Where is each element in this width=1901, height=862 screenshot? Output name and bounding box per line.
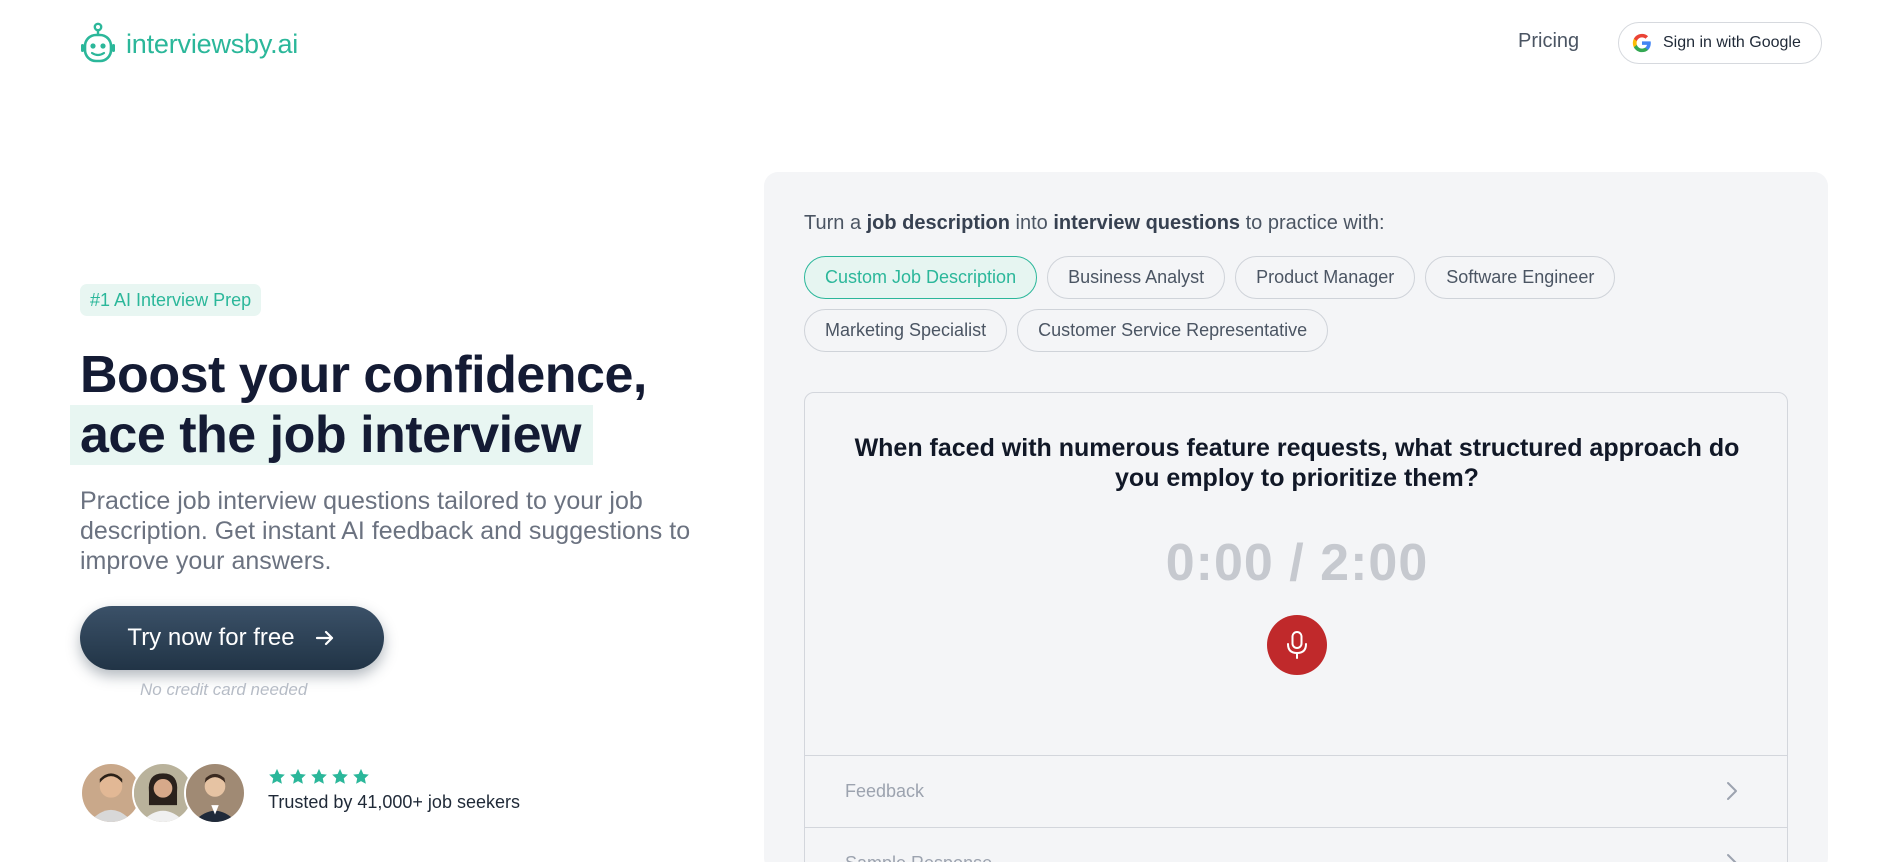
- no-credit-card-note: No credit card needed: [140, 680, 308, 699]
- user-avatars: [80, 762, 246, 824]
- chip-marketing-specialist[interactable]: Marketing Specialist: [804, 309, 1008, 352]
- star-icon: [311, 768, 327, 784]
- record-button[interactable]: [1267, 615, 1327, 675]
- star-icon: [332, 768, 348, 784]
- intro-bold-job-description: job description: [866, 212, 1010, 234]
- job-role-chips: Custom Job Description Business Analyst …: [804, 256, 1784, 352]
- accordion-sample-response[interactable]: Sample Response: [805, 827, 1787, 862]
- hero-badge: #1 AI Interview Prep: [80, 284, 262, 316]
- google-g-icon: [1632, 33, 1651, 53]
- rating: Trusted by 41,000+ job seekers: [268, 768, 520, 813]
- chip-customer-service-representative[interactable]: Customer Service Representative: [1017, 309, 1329, 352]
- microphone-icon: [1287, 631, 1307, 659]
- chip-product-manager[interactable]: Product Manager: [1235, 256, 1416, 299]
- try-now-button[interactable]: Try now for free: [80, 606, 384, 670]
- hero-title-line1: Boost your confidence,: [80, 346, 647, 404]
- intro-suffix: to practice with:: [1240, 212, 1385, 234]
- intro-bold-interview-questions: interview questions: [1053, 212, 1241, 234]
- accordion-feedback-label: Feedback: [845, 781, 925, 801]
- nav-pricing-link[interactable]: Pricing: [1518, 30, 1579, 53]
- logo[interactable]: interviewsby.ai: [80, 22, 298, 66]
- intro-prefix: Turn a: [804, 212, 867, 234]
- question-card: When faced with numerous feature request…: [804, 392, 1788, 862]
- star-icon: [353, 768, 369, 784]
- star-icon: [269, 768, 285, 784]
- avatar: [184, 762, 246, 824]
- hero-subtitle: Practice job interview questions tailore…: [80, 487, 691, 575]
- chip-custom-job-description[interactable]: Custom Job Description: [804, 256, 1038, 299]
- accordion-sample-response-label: Sample Response: [845, 853, 992, 862]
- chip-business-analyst[interactable]: Business Analyst: [1047, 256, 1226, 299]
- chevron-right-icon: [1727, 854, 1737, 862]
- accordion-feedback[interactable]: Feedback: [805, 755, 1787, 827]
- google-signin-button[interactable]: Sign in with Google: [1618, 22, 1822, 64]
- site-header: interviewsby.ai Pricing Sign in with Goo…: [0, 0, 1901, 92]
- arrow-right-icon: [315, 630, 333, 646]
- star-icon: [290, 768, 306, 784]
- google-signin-label: Sign in with Google: [1663, 34, 1801, 51]
- chevron-right-icon: [1727, 782, 1737, 800]
- panel-intro: Turn a job description into interview qu…: [804, 212, 1385, 235]
- timer: 0:00 / 2:00: [1165, 534, 1429, 592]
- interview-question: When faced with numerous feature request…: [854, 434, 1740, 492]
- hero-title: Boost your confidence, ace the job inter…: [70, 345, 720, 465]
- robot-icon: [81, 22, 115, 63]
- try-now-label: Try now for free: [127, 624, 295, 651]
- rating-stars: [268, 768, 520, 786]
- intro-mid: into: [1009, 212, 1054, 234]
- practice-panel: Turn a job description into interview qu…: [764, 172, 1828, 862]
- logo-text: interviewsby.ai: [126, 28, 299, 59]
- hero-title-line2: ace the job interview: [70, 405, 593, 465]
- trusted-text: Trusted by 41,000+ job seekers: [268, 792, 520, 812]
- chip-software-engineer[interactable]: Software Engineer: [1425, 256, 1616, 299]
